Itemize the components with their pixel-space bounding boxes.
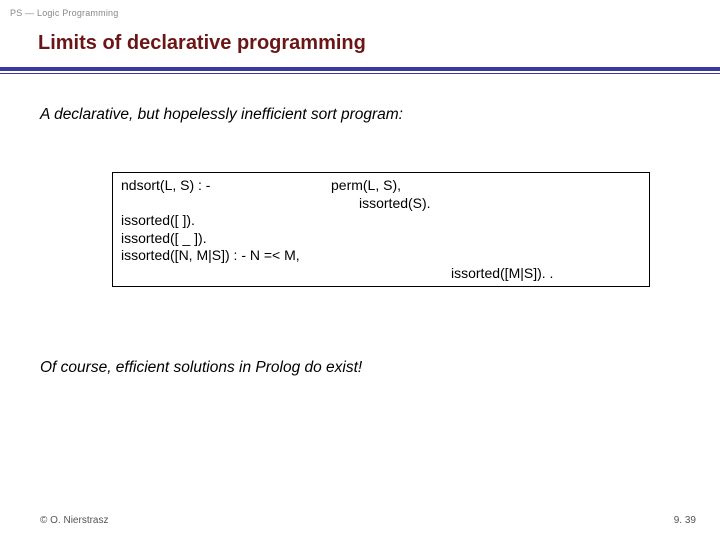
page-title: Limits of declarative programming [0, 24, 720, 67]
page-number: 9. 39 [674, 515, 696, 526]
code-line: ndsort(L, S) : - [121, 177, 331, 212]
code-line: issorted([ ]). [121, 212, 641, 230]
code-line: perm(L, S), [331, 177, 401, 193]
lead-text: A declarative, but hopelessly inefficien… [40, 106, 690, 124]
copyright: © O. Nierstrasz [40, 515, 109, 526]
conclusion-text: Of course, efficient solutions in Prolog… [40, 359, 690, 377]
code-block: ndsort(L, S) : - perm(L, S), issorted(S)… [112, 172, 650, 287]
code-line: issorted([ _ ]). [121, 230, 641, 248]
breadcrumb: PS — Logic Programming [10, 8, 710, 18]
code-line: issorted(S). [331, 195, 641, 213]
code-line: issorted([M|S]). . [331, 265, 641, 283]
divider-thick [0, 67, 720, 71]
code-line: issorted([N, M|S]) : - N =< M, [121, 247, 641, 265]
